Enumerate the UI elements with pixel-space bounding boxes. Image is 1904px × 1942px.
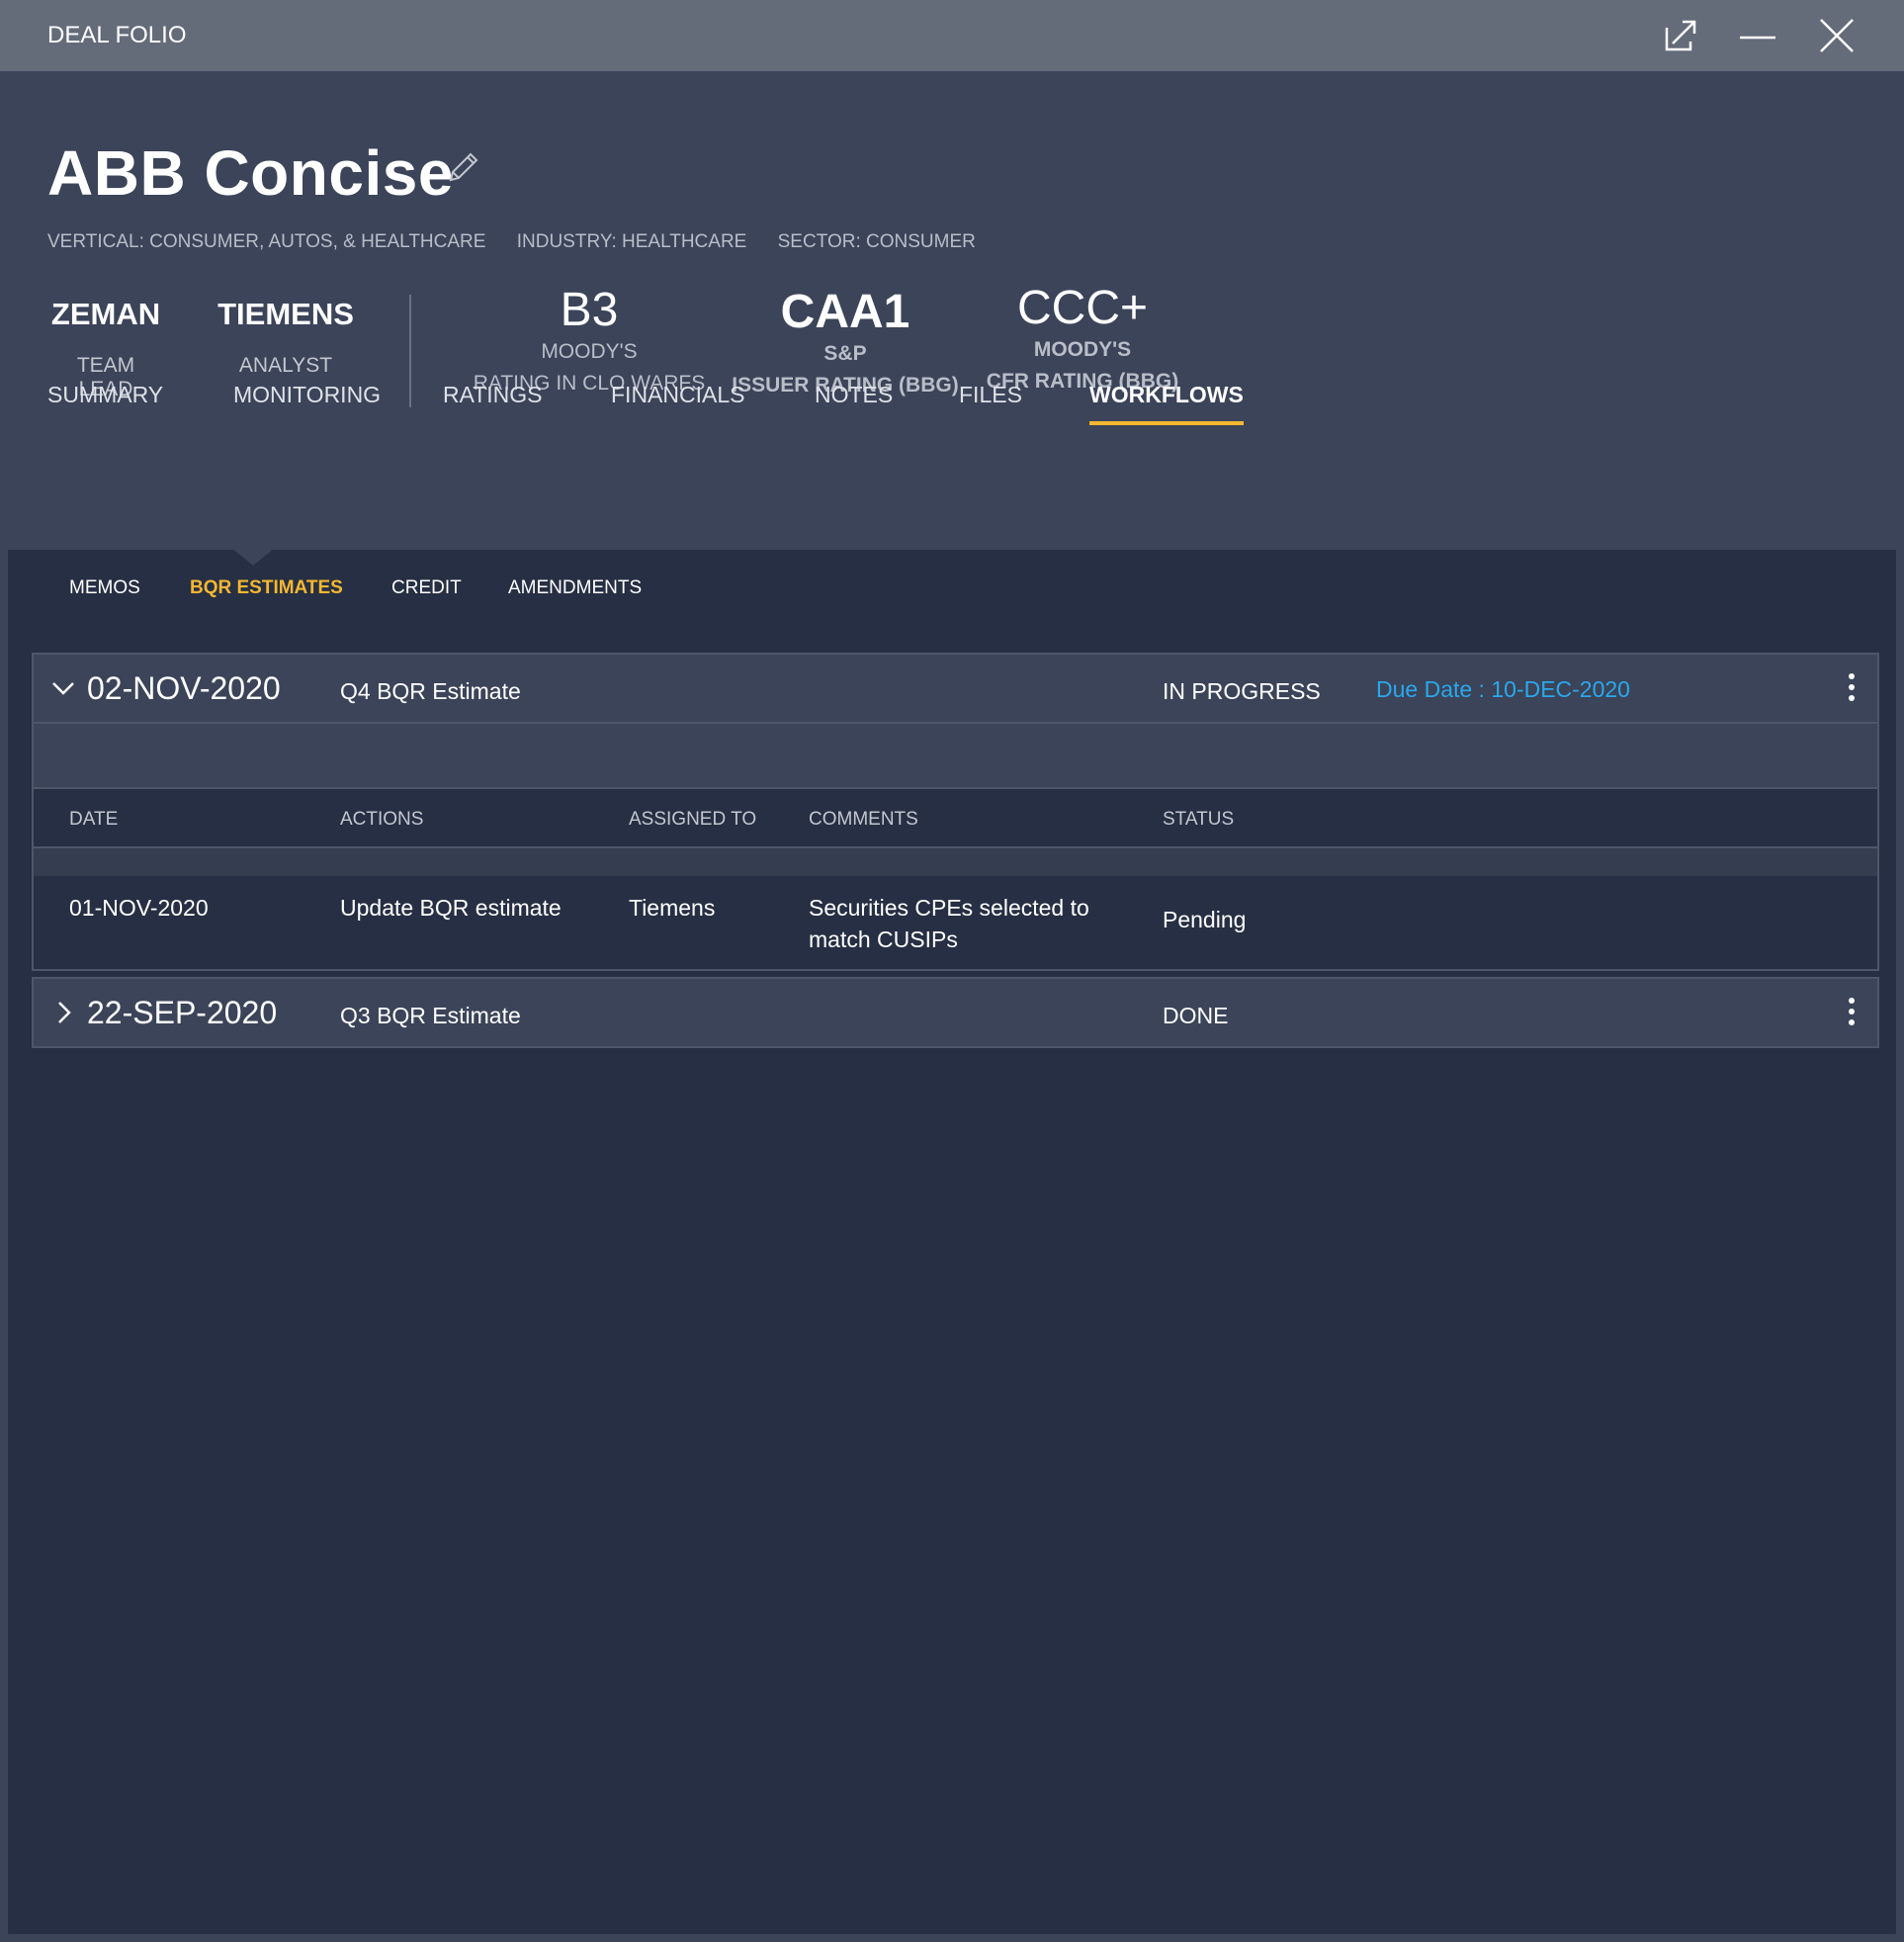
row-separator	[34, 848, 1877, 876]
analyst-role: ANALYST	[238, 354, 333, 377]
main-tabs: SUMMARY MONITORING RATINGS FINANCIALS NO…	[0, 382, 1904, 441]
close-icon[interactable]	[1815, 16, 1859, 55]
subtab-memos[interactable]: MEMOS	[69, 577, 140, 599]
col-actions: ACTIONS	[340, 809, 424, 830]
subtab-amendments[interactable]: AMENDMENTS	[508, 577, 642, 599]
window-title: DEAL FOLIO	[47, 22, 187, 48]
tab-files[interactable]: FILES	[959, 382, 1022, 408]
workflow-status: IN PROGRESS	[1163, 678, 1321, 704]
minimize-icon[interactable]	[1736, 16, 1779, 55]
analyst: TIEMENS ANALYST	[212, 297, 360, 378]
rating-agency: S&P	[823, 342, 867, 365]
pop-out-icon[interactable]	[1659, 16, 1702, 55]
chevron-right-icon[interactable]	[49, 999, 77, 1026]
tab-financials[interactable]: FINANCIALS	[611, 382, 744, 408]
rating-value: CCC+	[1016, 282, 1149, 334]
pencil-edit-icon[interactable]	[443, 148, 482, 188]
group-spacer	[34, 722, 1877, 787]
sector-label: SECTOR: CONSUMER	[777, 231, 976, 252]
rating-value: B3	[560, 284, 619, 336]
deal-meta: VERTICAL: CONSUMER, AUTOS, & HEALTHCARE …	[47, 231, 1001, 253]
workflow-group: 22-SEP-2020 Q3 BQR Estimate DONE	[32, 977, 1879, 1048]
industry-label: INDUSTRY: HEALTHCARE	[516, 231, 747, 252]
col-status: STATUS	[1163, 809, 1235, 830]
more-options-icon[interactable]	[1842, 670, 1861, 704]
active-tab-pointer	[231, 548, 275, 566]
table-row: 01-NOV-2020 Update BQR estimate Tiemens …	[34, 876, 1877, 967]
tab-workflows[interactable]: WORKFLOWS	[1089, 382, 1244, 425]
workflow-title: Q3 BQR Estimate	[340, 1003, 521, 1028]
rating-agency: MOODY'S	[1033, 338, 1132, 361]
workflow-group-header[interactable]: 22-SEP-2020 Q3 BQR Estimate DONE	[34, 979, 1877, 1046]
tab-notes[interactable]: NOTES	[815, 382, 893, 408]
col-date: DATE	[69, 809, 119, 830]
subtab-bqr-estimates[interactable]: BQR ESTIMATES	[190, 577, 343, 599]
row-comment-line: Securities CPEs selected to	[809, 895, 1089, 921]
workflow-date: 22-SEP-2020	[87, 995, 278, 1030]
workflow-status: DONE	[1163, 1003, 1229, 1028]
col-comments: COMMENTS	[809, 809, 918, 830]
rating-value: CAA1	[780, 286, 910, 338]
workflow-group: 02-NOV-2020 Q4 BQR Estimate IN PROGRESS …	[32, 653, 1879, 971]
deal-folio-window: DEAL FOLIO ABB Concise VERTICAL: CONSUME…	[0, 0, 1904, 1942]
row-status: Pending	[1163, 907, 1247, 932]
row-action: Update BQR estimate	[340, 895, 562, 921]
vertical-label: VERTICAL: CONSUMER, AUTOS, & HEALTHCARE	[47, 231, 486, 252]
subtab-credit[interactable]: CREDIT	[391, 577, 462, 599]
row-assigned-to: Tiemens	[629, 895, 716, 921]
row-comment-line: match CUSIPs	[809, 927, 958, 952]
tab-summary[interactable]: SUMMARY	[47, 382, 163, 408]
workflow-date: 02-NOV-2020	[87, 670, 281, 706]
tab-ratings[interactable]: RATINGS	[443, 382, 543, 408]
col-assigned-to: ASSIGNED TO	[629, 809, 757, 830]
more-options-icon[interactable]	[1842, 995, 1861, 1028]
analyst-name: TIEMENS	[217, 297, 354, 331]
row-comments: Securities CPEs selected to match CUSIPs	[809, 892, 1089, 955]
title-bar: DEAL FOLIO	[0, 0, 1904, 71]
deal-header: ABB Concise VERTICAL: CONSUMER, AUTOS, &…	[0, 71, 1904, 550]
table-header: DATE ACTIONS ASSIGNED TO COMMENTS STATUS	[34, 787, 1877, 848]
workflow-title: Q4 BQR Estimate	[340, 678, 521, 704]
team-lead-name: ZEMAN	[50, 297, 161, 331]
tab-monitoring[interactable]: MONITORING	[233, 382, 381, 408]
rating-agency: MOODY'S	[541, 340, 638, 363]
workflow-group-header[interactable]: 02-NOV-2020 Q4 BQR Estimate IN PROGRESS …	[34, 655, 1877, 722]
chevron-down-icon[interactable]	[49, 674, 77, 702]
rating-moodys-cfr: CCC+ MOODY'S CFR RATING (BBG)	[979, 283, 1186, 397]
workflow-due-date[interactable]: Due Date : 10-DEC-2020	[1376, 676, 1630, 703]
deal-name: ABB Concise	[47, 137, 454, 209]
row-date: 01-NOV-2020	[69, 895, 209, 921]
